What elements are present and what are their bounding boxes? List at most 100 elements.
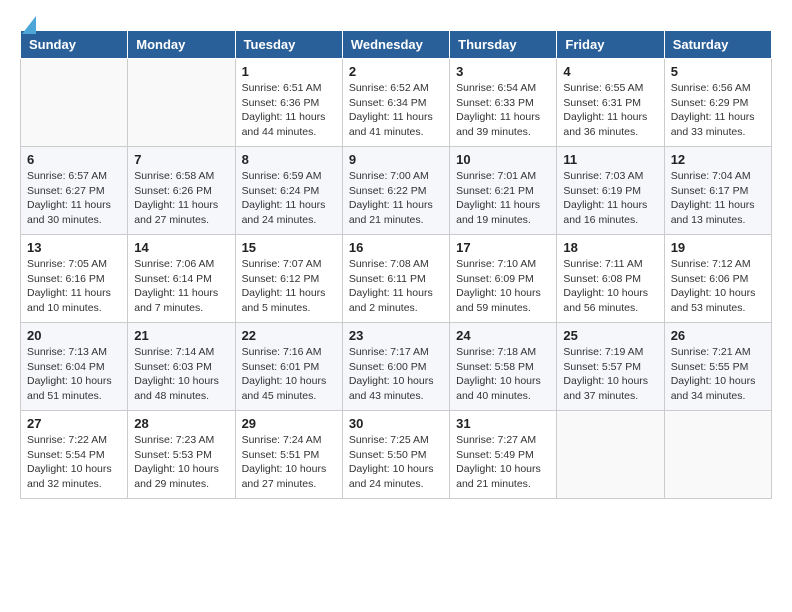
calendar-cell: 3 Sunrise: 6:54 AM Sunset: 6:33 PM Daylig… (450, 59, 557, 147)
day-number: 29 (242, 416, 336, 431)
day-info: Sunrise: 7:06 AM Sunset: 6:14 PM Dayligh… (134, 257, 228, 316)
day-info: Sunrise: 7:04 AM Sunset: 6:17 PM Dayligh… (671, 169, 765, 228)
day-info: Sunrise: 7:10 AM Sunset: 6:09 PM Dayligh… (456, 257, 550, 316)
day-info: Sunrise: 7:17 AM Sunset: 6:00 PM Dayligh… (349, 345, 443, 404)
calendar-cell: 15 Sunrise: 7:07 AM Sunset: 6:12 PM Dayli… (235, 235, 342, 323)
calendar-cell: 8 Sunrise: 6:59 AM Sunset: 6:24 PM Daylig… (235, 147, 342, 235)
day-info: Sunrise: 6:51 AM Sunset: 6:36 PM Dayligh… (242, 81, 336, 140)
day-info: Sunrise: 6:56 AM Sunset: 6:29 PM Dayligh… (671, 81, 765, 140)
calendar-cell: 17 Sunrise: 7:10 AM Sunset: 6:09 PM Dayli… (450, 235, 557, 323)
day-info: Sunrise: 7:08 AM Sunset: 6:11 PM Dayligh… (349, 257, 443, 316)
day-number: 31 (456, 416, 550, 431)
day-number: 15 (242, 240, 336, 255)
day-number: 12 (671, 152, 765, 167)
day-info: Sunrise: 7:14 AM Sunset: 6:03 PM Dayligh… (134, 345, 228, 404)
weekday-header-thursday: Thursday (450, 31, 557, 59)
day-number: 10 (456, 152, 550, 167)
calendar-cell (557, 411, 664, 499)
day-info: Sunrise: 7:22 AM Sunset: 5:54 PM Dayligh… (27, 433, 121, 492)
page: SundayMondayTuesdayWednesdayThursdayFrid… (0, 0, 792, 515)
calendar-cell: 14Sunrise: 7:06 AM Sunset: 6:14 PM Dayli… (128, 235, 235, 323)
calendar-cell: 7 Sunrise: 6:58 AM Sunset: 6:26 PM Daylig… (128, 147, 235, 235)
day-number: 1 (242, 64, 336, 79)
calendar-cell: 12 Sunrise: 7:04 AM Sunset: 6:17 PM Dayli… (664, 147, 771, 235)
calendar-cell: 26 Sunrise: 7:21 AM Sunset: 5:55 PM Dayli… (664, 323, 771, 411)
calendar-cell: 2Sunrise: 6:52 AM Sunset: 6:34 PM Daylig… (342, 59, 449, 147)
calendar-cell: 19 Sunrise: 7:12 AM Sunset: 6:06 PM Dayli… (664, 235, 771, 323)
weekday-header-sunday: Sunday (21, 31, 128, 59)
day-number: 2 (349, 64, 443, 79)
day-number: 17 (456, 240, 550, 255)
day-info: Sunrise: 6:58 AM Sunset: 6:26 PM Dayligh… (134, 169, 228, 228)
calendar-cell (128, 59, 235, 147)
weekday-header-monday: Monday (128, 31, 235, 59)
weekday-header-wednesday: Wednesday (342, 31, 449, 59)
day-number: 27 (27, 416, 121, 431)
day-number: 24 (456, 328, 550, 343)
day-info: Sunrise: 7:05 AM Sunset: 6:16 PM Dayligh… (27, 257, 121, 316)
calendar-cell: 25 Sunrise: 7:19 AM Sunset: 5:57 PM Dayli… (557, 323, 664, 411)
calendar-cell: 6Sunrise: 6:57 AM Sunset: 6:27 PM Daylig… (21, 147, 128, 235)
day-number: 22 (242, 328, 336, 343)
day-number: 23 (349, 328, 443, 343)
day-number: 21 (134, 328, 228, 343)
calendar-cell: 5 Sunrise: 6:56 AM Sunset: 6:29 PM Daylig… (664, 59, 771, 147)
day-info: Sunrise: 7:13 AM Sunset: 6:04 PM Dayligh… (27, 345, 121, 404)
calendar-cell: 28Sunrise: 7:23 AM Sunset: 5:53 PM Dayli… (128, 411, 235, 499)
calendar-cell: 23 Sunrise: 7:17 AM Sunset: 6:00 PM Dayli… (342, 323, 449, 411)
day-number: 8 (242, 152, 336, 167)
calendar-cell: 9Sunrise: 7:00 AM Sunset: 6:22 PM Daylig… (342, 147, 449, 235)
day-info: Sunrise: 7:12 AM Sunset: 6:06 PM Dayligh… (671, 257, 765, 316)
calendar-cell: 22Sunrise: 7:16 AM Sunset: 6:01 PM Dayli… (235, 323, 342, 411)
week-row-5: 27 Sunrise: 7:22 AM Sunset: 5:54 PM Dayli… (21, 411, 772, 499)
day-info: Sunrise: 7:19 AM Sunset: 5:57 PM Dayligh… (563, 345, 657, 404)
day-number: 25 (563, 328, 657, 343)
day-info: Sunrise: 7:23 AM Sunset: 5:53 PM Dayligh… (134, 433, 228, 492)
day-info: Sunrise: 6:57 AM Sunset: 6:27 PM Dayligh… (27, 169, 121, 228)
day-number: 20 (27, 328, 121, 343)
calendar-cell: 21 Sunrise: 7:14 AM Sunset: 6:03 PM Dayli… (128, 323, 235, 411)
day-number: 30 (349, 416, 443, 431)
day-number: 7 (134, 152, 228, 167)
header (20, 16, 772, 18)
week-row-1: 1 Sunrise: 6:51 AM Sunset: 6:36 PM Daylig… (21, 59, 772, 147)
calendar-cell: 30Sunrise: 7:25 AM Sunset: 5:50 PM Dayli… (342, 411, 449, 499)
day-info: Sunrise: 7:18 AM Sunset: 5:58 PM Dayligh… (456, 345, 550, 404)
calendar-cell: 20 Sunrise: 7:13 AM Sunset: 6:04 PM Dayli… (21, 323, 128, 411)
day-info: Sunrise: 7:07 AM Sunset: 6:12 PM Dayligh… (242, 257, 336, 316)
day-info: Sunrise: 7:21 AM Sunset: 5:55 PM Dayligh… (671, 345, 765, 404)
weekday-header-tuesday: Tuesday (235, 31, 342, 59)
calendar-cell: 18Sunrise: 7:11 AM Sunset: 6:08 PM Dayli… (557, 235, 664, 323)
day-number: 19 (671, 240, 765, 255)
calendar-cell: 24 Sunrise: 7:18 AM Sunset: 5:58 PM Dayli… (450, 323, 557, 411)
day-info: Sunrise: 6:55 AM Sunset: 6:31 PM Dayligh… (563, 81, 657, 140)
day-number: 3 (456, 64, 550, 79)
day-number: 9 (349, 152, 443, 167)
day-number: 16 (349, 240, 443, 255)
weekday-header-saturday: Saturday (664, 31, 771, 59)
day-number: 5 (671, 64, 765, 79)
day-info: Sunrise: 7:24 AM Sunset: 5:51 PM Dayligh… (242, 433, 336, 492)
day-info: Sunrise: 7:27 AM Sunset: 5:49 PM Dayligh… (456, 433, 550, 492)
day-info: Sunrise: 6:59 AM Sunset: 6:24 PM Dayligh… (242, 169, 336, 228)
calendar-cell: 29 Sunrise: 7:24 AM Sunset: 5:51 PM Dayli… (235, 411, 342, 499)
day-info: Sunrise: 6:54 AM Sunset: 6:33 PM Dayligh… (456, 81, 550, 140)
calendar-cell: 1 Sunrise: 6:51 AM Sunset: 6:36 PM Daylig… (235, 59, 342, 147)
day-info: Sunrise: 7:11 AM Sunset: 6:08 PM Dayligh… (563, 257, 657, 316)
day-number: 4 (563, 64, 657, 79)
day-info: Sunrise: 7:03 AM Sunset: 6:19 PM Dayligh… (563, 169, 657, 228)
calendar-cell: 13 Sunrise: 7:05 AM Sunset: 6:16 PM Dayli… (21, 235, 128, 323)
weekday-header-friday: Friday (557, 31, 664, 59)
calendar-cell: 11 Sunrise: 7:03 AM Sunset: 6:19 PM Dayli… (557, 147, 664, 235)
weekday-header-row: SundayMondayTuesdayWednesdayThursdayFrid… (21, 31, 772, 59)
calendar-cell: 27 Sunrise: 7:22 AM Sunset: 5:54 PM Dayli… (21, 411, 128, 499)
day-number: 11 (563, 152, 657, 167)
calendar-cell (21, 59, 128, 147)
week-row-2: 6Sunrise: 6:57 AM Sunset: 6:27 PM Daylig… (21, 147, 772, 235)
calendar-cell: 16 Sunrise: 7:08 AM Sunset: 6:11 PM Dayli… (342, 235, 449, 323)
calendar-cell: 31 Sunrise: 7:27 AM Sunset: 5:49 PM Dayli… (450, 411, 557, 499)
week-row-4: 20 Sunrise: 7:13 AM Sunset: 6:04 PM Dayli… (21, 323, 772, 411)
day-number: 26 (671, 328, 765, 343)
week-row-3: 13 Sunrise: 7:05 AM Sunset: 6:16 PM Dayli… (21, 235, 772, 323)
day-number: 13 (27, 240, 121, 255)
